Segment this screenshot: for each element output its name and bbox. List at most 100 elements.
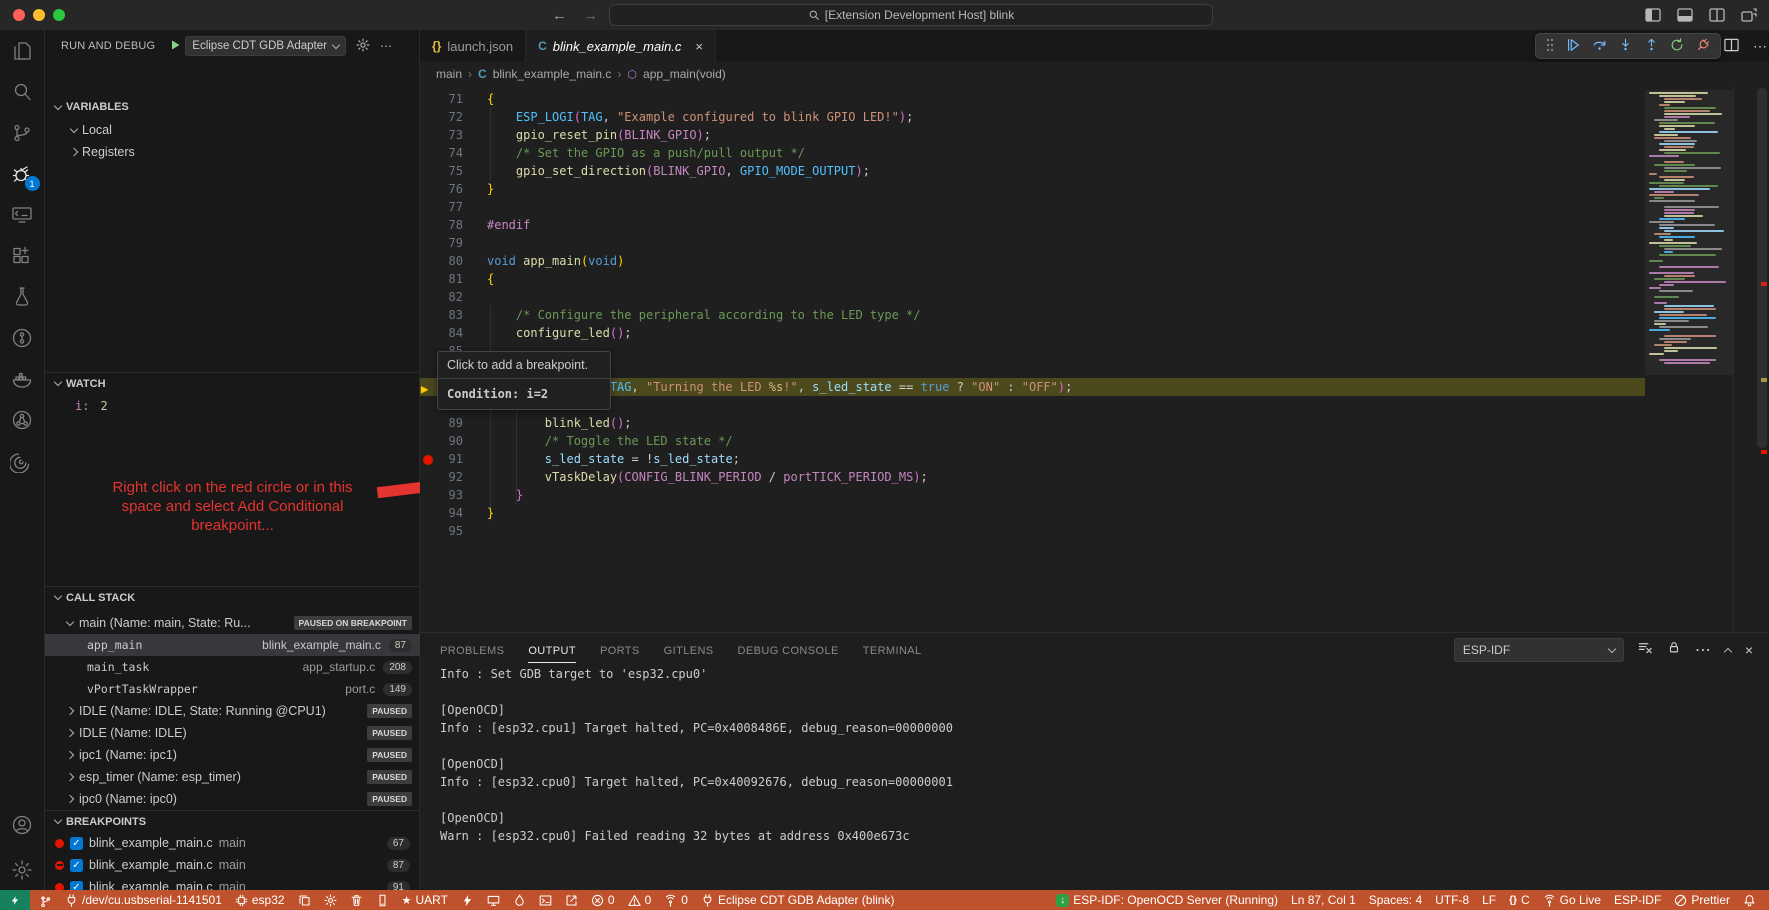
call-stack-thread[interactable]: ipc0 (Name: ipc0)PAUSED [45,788,420,810]
code-line-75[interactable]: 75 gpio_set_direction(BLINK_GPIO, GPIO_M… [420,162,1645,180]
status-sdk-config[interactable] [319,890,342,910]
maximize-panel-icon[interactable] [1724,648,1732,656]
activity-explorer-icon[interactable] [0,30,45,71]
call-stack-thread[interactable]: esp_timer (Name: esp_timer)PAUSED [45,766,420,788]
status-flash-device[interactable] [456,890,479,910]
status-indentation[interactable]: Spaces: 4 [1364,890,1427,910]
status-openocd-server[interactable]: ↓ESP-IDF: OpenOCD Server (Running) [1051,890,1283,910]
variables-scope-local[interactable]: Local [71,120,112,140]
status-esp-idf-ext[interactable]: ESP-IDF [1609,890,1666,910]
activity-run-and-debug-icon[interactable]: 1 [0,153,45,194]
restart-button[interactable] [1670,38,1684,54]
line-number[interactable]: 79 [437,234,463,252]
line-number[interactable]: 81 [437,270,463,288]
watch-expression[interactable]: i: 2 [75,396,108,416]
line-number[interactable]: 94 [437,504,463,522]
breakpoint-dot-icon[interactable] [423,455,433,465]
line-number[interactable]: 89 [437,414,463,432]
call-stack-thread[interactable]: ipc1 (Name: ipc1)PAUSED [45,744,420,766]
status-select-device[interactable] [371,890,394,910]
code-line-89[interactable]: 89 blink_led(); [420,414,1645,432]
split-editor-icon[interactable] [1724,38,1739,57]
variables-scope-registers[interactable]: Registers [71,142,135,162]
panel-tab-terminal[interactable]: TERMINAL [863,633,922,669]
output-console[interactable]: [OpenOCD]Info : Set GDB target to 'esp32… [440,647,1740,891]
status-device-target[interactable]: esp32 [230,890,290,910]
code-line-71[interactable]: 71{ [420,90,1645,108]
code-editor[interactable]: 71{72 ESP_LOGI(TAG, "Example configured … [420,86,1769,632]
line-number[interactable]: 92 [437,468,463,486]
step-into-button[interactable] [1619,38,1632,54]
code-line-94[interactable]: 94} [420,504,1645,522]
code-line-77[interactable]: 77 [420,198,1645,216]
line-number[interactable]: 77 [437,198,463,216]
zoom-window-button[interactable] [53,9,65,21]
editor-tab-launch.json[interactable]: {}launch.json [420,30,526,62]
line-number[interactable]: 76 [437,180,463,198]
line-number[interactable]: 78 [437,216,463,234]
status-errors[interactable]: 0 [586,890,620,910]
code-line-81[interactable]: 81{ [420,270,1645,288]
status-flash-method[interactable]: ★UART [397,890,453,910]
activity-esp-idf-explorer-icon[interactable] [0,440,45,481]
clear-output-icon[interactable] [1638,640,1653,660]
editor-tab-blink_example_main.c[interactable]: Cblink_example_main.c× [526,30,716,62]
status-current-project[interactable] [293,890,316,910]
status-full-clean[interactable] [345,890,368,910]
code-line-91[interactable]: 91 s_led_state = !s_led_state; [420,450,1645,468]
breakpoint-item[interactable]: ✓blink_example_main.cmain87 [45,854,420,876]
line-number[interactable]: 75 [437,162,463,180]
breadcrumb-symbol[interactable]: app_main(void) [643,67,726,81]
status-monitor-device[interactable] [482,890,505,910]
line-number[interactable]: 71 [437,90,463,108]
nav-back-icon[interactable]: ← [552,7,567,24]
line-number[interactable]: 82 [437,288,463,306]
section-variables[interactable]: VARIABLES [45,96,419,118]
start-debug-button[interactable] [169,39,181,54]
breakpoint-checkbox[interactable]: ✓ [70,837,83,850]
toggle-sidebar-icon[interactable] [1645,8,1661,22]
status-go-live[interactable]: Go Live [1538,890,1606,910]
status-build-flash-monitor[interactable] [508,890,531,910]
views-more-actions-icon[interactable]: ⋯ [380,39,392,53]
panel-tab-gitlens[interactable]: GITLENS [664,633,714,669]
activity-accounts-icon[interactable] [0,804,45,845]
line-number[interactable]: 72 [437,108,463,126]
section-breakpoints[interactable]: BREAKPOINTS [45,810,419,832]
section-call-stack[interactable]: CALL STACK [45,586,419,608]
panel-tab-ports[interactable]: PORTS [600,633,640,669]
step-over-button[interactable] [1592,38,1607,54]
step-out-button[interactable] [1645,38,1658,54]
line-number[interactable]: 95 [437,522,463,540]
editor-more-actions-icon[interactable]: ⋯ [1753,38,1767,57]
line-number[interactable]: 73 [437,126,463,144]
customize-layout-icon[interactable] [1741,8,1757,22]
code-line-76[interactable]: 76} [420,180,1645,198]
panel-tab-output[interactable]: OUTPUT [528,633,576,669]
activity-settings-icon[interactable] [0,849,45,890]
panel-tab-problems[interactable]: PROBLEMS [440,633,504,669]
lock-autoscroll-icon[interactable] [1667,640,1681,660]
breakpoint-checkbox[interactable]: ✓ [70,859,83,872]
call-stack-thread[interactable]: main (Name: main, State: Ru...PAUSED ON … [45,612,420,634]
code-line-79[interactable]: 79 [420,234,1645,252]
line-number[interactable]: 93 [437,486,463,504]
code-line-93[interactable]: 93 } [420,486,1645,504]
activity-extensions-icon[interactable] [0,235,45,276]
breadcrumb-file[interactable]: blink_example_main.c [493,67,612,81]
status-language-mode[interactable]: {}C [1504,890,1534,910]
code-line-90[interactable]: 90 /* Toggle the LED state */ [420,432,1645,450]
editor-scrollbar[interactable] [1757,88,1767,448]
code-line-83[interactable]: 83 /* Configure the peripheral according… [420,306,1645,324]
section-watch[interactable]: WATCH [45,372,419,394]
code-line-82[interactable]: 82 [420,288,1645,306]
activity-live-share-icon[interactable] [0,399,45,440]
status-open-terminal[interactable] [534,890,557,910]
minimap[interactable] [1645,86,1733,632]
toolbar-drag-grip[interactable] [1546,38,1554,54]
activity-source-control-icon[interactable] [0,112,45,153]
line-number[interactable]: 91 [437,450,463,468]
code-line-84[interactable]: 84 configure_led(); [420,324,1645,342]
remote-indicator[interactable] [0,890,30,910]
toggle-panel-icon[interactable] [1677,8,1693,22]
